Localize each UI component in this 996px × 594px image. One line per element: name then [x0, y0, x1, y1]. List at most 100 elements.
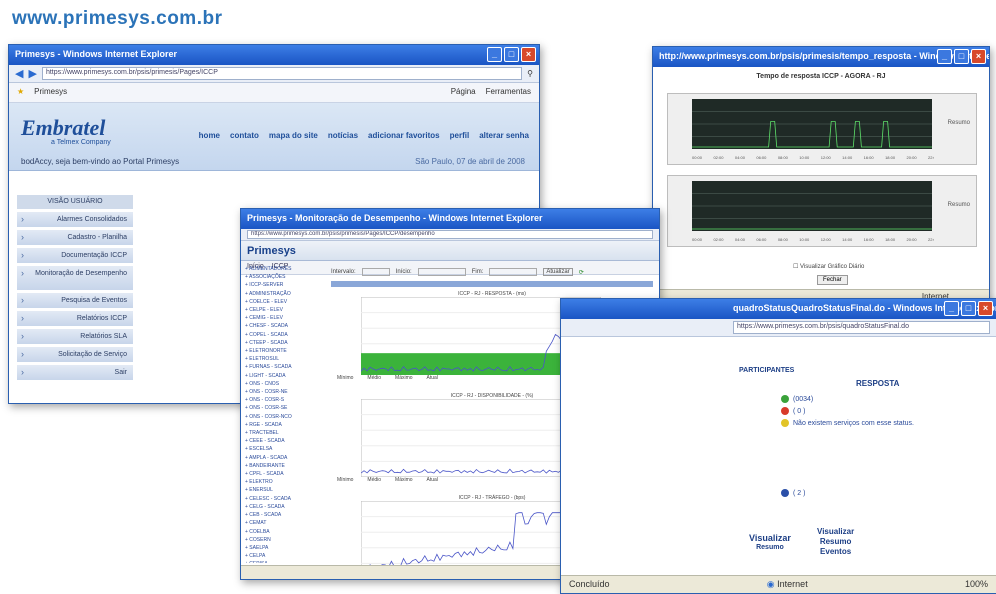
nav-noticias[interactable]: notícias: [328, 131, 358, 140]
tree-item[interactable]: + RGE - SCADA: [245, 421, 325, 429]
url-input[interactable]: https://www.primesys.com.br/psis/quadroS…: [733, 321, 990, 334]
window-titlebar[interactable]: quadroStatusQuadroStatusFinal.do - Windo…: [561, 299, 996, 319]
nav-perfil[interactable]: perfil: [450, 131, 470, 140]
tree-item[interactable]: + FURNAS - SCADA: [245, 363, 325, 371]
window-titlebar[interactable]: Primesys - Monitoração de Desempenho - W…: [241, 209, 659, 229]
legend-min: Mínimo: [337, 477, 354, 483]
tree-item[interactable]: + ONS - COSR-NCO: [245, 413, 325, 421]
zoom-level[interactable]: 100%: [965, 579, 988, 590]
tree-item[interactable]: + COSERN: [245, 536, 325, 544]
tree-item[interactable]: + CPFL - SCADA: [245, 470, 325, 478]
interval-select[interactable]: [361, 268, 390, 276]
close-icon[interactable]: ×: [521, 47, 536, 62]
status-row-blue[interactable]: ( 2 ): [781, 489, 805, 497]
favorite-tab[interactable]: Primesys: [34, 87, 67, 98]
legend-cur: Atual: [426, 375, 438, 381]
tree-item[interactable]: + ADMINISTRAÇÃO: [245, 290, 325, 298]
x-tick-label: 00:00: [692, 237, 703, 242]
view-summary-button[interactable]: Visualizar Resumo: [749, 533, 791, 553]
window-title: Primesys - Windows Internet Explorer: [15, 49, 177, 59]
tree-item[interactable]: + ESCELSA: [245, 445, 325, 453]
tree-item[interactable]: + ONS - CNOS: [245, 380, 325, 388]
tree-item[interactable]: + CHESF - SCADA: [245, 322, 325, 330]
tree-item[interactable]: + ONS - COSR-SE: [245, 404, 325, 412]
menu-item-cadastro[interactable]: Cadastro - Planilha: [17, 230, 133, 245]
tree-item[interactable]: + CELPA: [245, 552, 325, 560]
status-row-green[interactable]: (0034): [781, 395, 813, 403]
nav-mapa[interactable]: mapa do site: [269, 131, 318, 140]
tree-item[interactable]: + CTEEP - SCADA: [245, 339, 325, 347]
menu-item-documentacao[interactable]: Documentação ICCP: [17, 248, 133, 263]
page-menu[interactable]: Página: [451, 87, 476, 98]
menu-item-relatorios-sla[interactable]: Relatórios SLA: [17, 329, 133, 344]
tree-item[interactable]: + CELG - SCADA: [245, 503, 325, 511]
tree-item[interactable]: + CELPE - ELEV: [245, 306, 325, 314]
search-icon[interactable]: ⚲: [527, 69, 533, 78]
tree-item[interactable]: + ELETROSUL: [245, 355, 325, 363]
x-tick-label: 06:00: [756, 237, 767, 242]
tree-item[interactable]: + CEMIG - ELEV: [245, 314, 325, 322]
tree-item[interactable]: + ELEKTRO: [245, 478, 325, 486]
window-titlebar[interactable]: Primesys - Windows Internet Explorer _ □…: [9, 45, 539, 65]
tree-item[interactable]: + ALIMENTADORES: [245, 265, 325, 273]
status-row-red[interactable]: ( 0 ): [781, 407, 805, 415]
tree-item[interactable]: + CEPISA: [245, 560, 325, 563]
back-icon[interactable]: ◀: [15, 67, 23, 80]
tree-item[interactable]: + AMPLA - SCADA: [245, 454, 325, 462]
close-icon[interactable]: ×: [971, 49, 986, 64]
end-date-input[interactable]: [489, 268, 538, 276]
tree-item[interactable]: + ELETRONORTE: [245, 347, 325, 355]
tree-item[interactable]: + ONS - COSR-S: [245, 396, 325, 404]
url-input[interactable]: https://www.primesys.com.br/psis/primesi…: [247, 230, 653, 239]
tools-menu[interactable]: Ferramentas: [486, 87, 531, 98]
tree-item[interactable]: + LIGHT - SCADA: [245, 372, 325, 380]
tree-item[interactable]: + TRACTEBEL: [245, 429, 325, 437]
close-button[interactable]: Fechar: [817, 275, 848, 285]
x-tick-label: 14:00: [842, 155, 853, 160]
tree-item[interactable]: + CEMAT: [245, 519, 325, 527]
nav-contato[interactable]: contato: [230, 131, 259, 140]
tree-item[interactable]: + COELBA: [245, 528, 325, 536]
tree-item[interactable]: + CEB - SCADA: [245, 511, 325, 519]
tree-item[interactable]: + BANDEIRANTE: [245, 462, 325, 470]
menu-item-solicitacao[interactable]: Solicitação de Serviço: [17, 347, 133, 362]
tree-item[interactable]: + ENERSUL: [245, 486, 325, 494]
tree-item[interactable]: + COPEL - SCADA: [245, 331, 325, 339]
menu-item-monitoracao[interactable]: Monitoração de Desempenho: [17, 266, 133, 290]
daily-graph-checkbox[interactable]: ☐ Visualizar Gráfico Diário: [793, 263, 864, 270]
status-row-yellow[interactable]: Não existem serviços com esse status.: [781, 419, 914, 427]
menu-item-pesquisa[interactable]: Pesquisa de Eventos: [17, 293, 133, 308]
nav-senha[interactable]: alterar senha: [479, 131, 529, 140]
window-titlebar[interactable]: http://www.primesys.com.br/psis/primesis…: [653, 47, 989, 67]
daily-graph-checkbox-label: Visualizar Gráfico Diário: [800, 264, 865, 270]
url-input[interactable]: https://www.primesys.com.br/psis/primesi…: [41, 67, 523, 80]
tree-item[interactable]: + COELCE - ELEV: [245, 298, 325, 306]
favorites-star-icon[interactable]: ★: [17, 87, 24, 98]
minimize-icon[interactable]: _: [487, 47, 502, 62]
menu-item-alarmes[interactable]: Alarmes Consolidados: [17, 212, 133, 227]
close-icon[interactable]: ×: [978, 301, 993, 316]
forward-icon[interactable]: ▶: [28, 67, 36, 80]
maximize-icon[interactable]: □: [504, 47, 519, 62]
menu-item-relatorios-iccp[interactable]: Relatórios ICCP: [17, 311, 133, 326]
minimize-icon[interactable]: _: [937, 49, 952, 64]
filter-start: Início:: [395, 269, 412, 275]
start-date-input[interactable]: [417, 268, 466, 276]
view-events-button[interactable]: Visualizar Resumo Eventos: [817, 527, 854, 557]
tree-item[interactable]: + ASSOCIAÇÕES: [245, 273, 325, 281]
tree-item[interactable]: + CEEE - SCADA: [245, 437, 325, 445]
refresh-icon[interactable]: ⟳: [579, 269, 584, 276]
minimize-icon[interactable]: _: [944, 301, 959, 316]
nav-favoritos[interactable]: adicionar favoritos: [368, 131, 440, 140]
tree-item[interactable]: + CELESC - SCADA: [245, 495, 325, 503]
tree-item[interactable]: + ONS - COSR-NE: [245, 388, 325, 396]
nav-home[interactable]: home: [199, 131, 220, 140]
maximize-icon[interactable]: □: [954, 49, 969, 64]
tree-item[interactable]: + SAELPA: [245, 544, 325, 552]
x-tick-label: 06:00: [756, 155, 767, 160]
menu-item-sair[interactable]: Sair: [17, 365, 133, 380]
graph-side-label: Resumo: [947, 120, 970, 126]
tree-item[interactable]: + ICCP-SERVER: [245, 281, 325, 289]
maximize-icon[interactable]: □: [961, 301, 976, 316]
refresh-button[interactable]: Atualizar: [543, 268, 573, 276]
